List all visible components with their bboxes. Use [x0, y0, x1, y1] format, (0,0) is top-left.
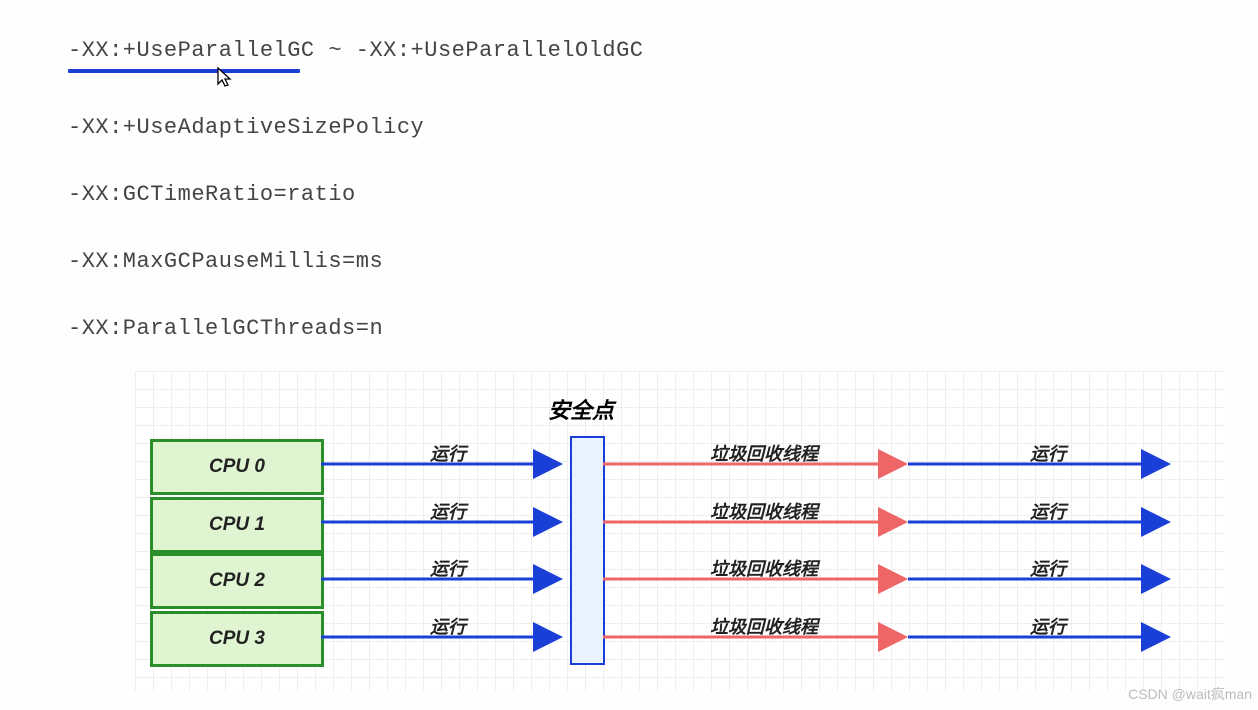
opt-use-parallel-gc: -XX:+UseParallelGC ~ -XX:+UseParallelOld…: [68, 38, 1258, 63]
run-label: 运行: [1030, 559, 1069, 579]
run-label: 运行: [430, 617, 469, 637]
opt-gc-time-ratio: -XX:GCTimeRatio=ratio: [68, 182, 1258, 207]
run-label: 运行: [1030, 617, 1069, 637]
gc-thread-label: 垃圾回收线程: [710, 502, 821, 522]
watermark-text: CSDN @wait疯man: [1128, 684, 1252, 704]
run-label: 运行: [430, 502, 469, 522]
opt-adaptive-size-policy: -XX:+UseAdaptiveSizePolicy: [68, 115, 1258, 140]
jvm-options-block: -XX:+UseParallelGC ~ -XX:+UseParallelOld…: [0, 0, 1258, 341]
run-label: 运行: [430, 444, 469, 464]
opt-max-gc-pause: -XX:MaxGCPauseMillis=ms: [68, 249, 1258, 274]
gc-thread-label: 垃圾回收线程: [710, 444, 821, 464]
gc-timeline-diagram: 安全点 CPU 0 CPU 1 CPU 2 CPU 3 运行垃圾回收线程运行运行…: [0, 371, 1258, 710]
mouse-cursor-icon: [216, 66, 234, 93]
arrows-layer: 运行垃圾回收线程运行运行垃圾回收线程运行运行垃圾回收线程运行运行垃圾回收线程运行: [0, 371, 1258, 710]
run-label: 运行: [1030, 502, 1069, 522]
run-label: 运行: [430, 559, 469, 579]
run-label: 运行: [1030, 444, 1069, 464]
gc-thread-label: 垃圾回收线程: [710, 617, 821, 637]
gc-thread-label: 垃圾回收线程: [710, 559, 821, 579]
opt-parallel-gc-threads: -XX:ParallelGCThreads=n: [68, 316, 1258, 341]
